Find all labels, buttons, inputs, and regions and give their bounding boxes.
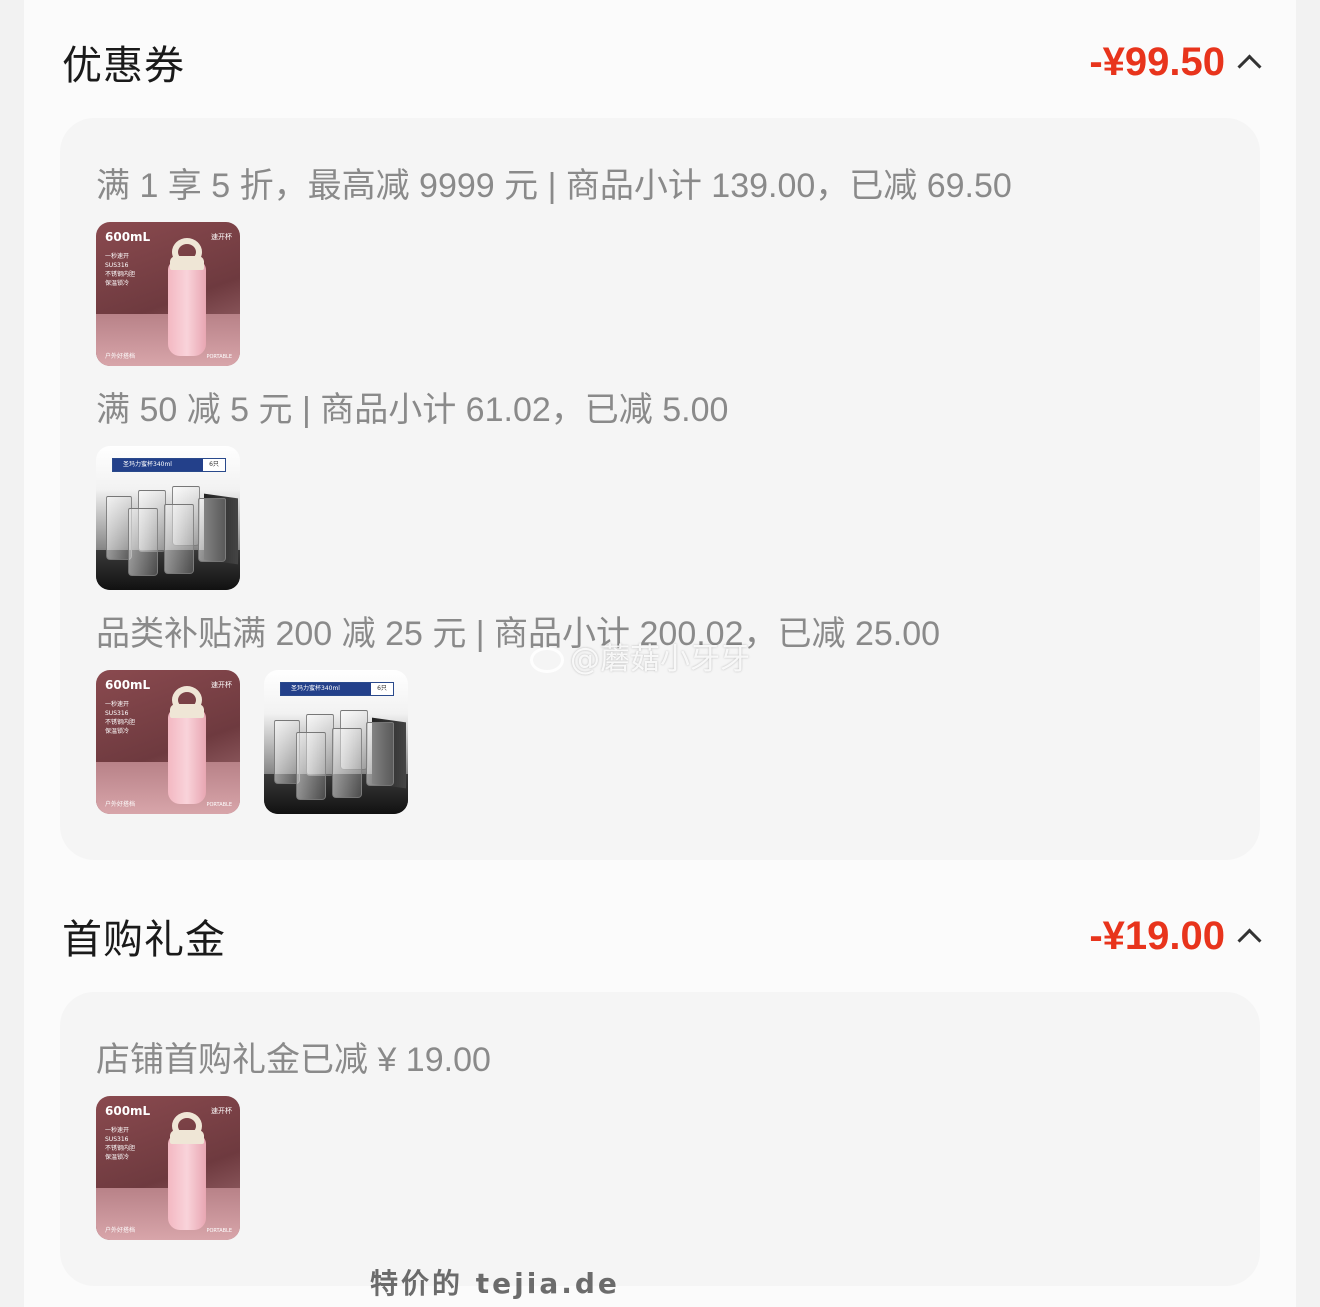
coupon-row-text: 品类补贴满 200 减 25 元 | 商品小计 200.02，已减 25.00 [96,615,941,653]
bottle-body [168,1134,206,1230]
cups-product-thumbnail[interactable]: 圣玛力蜜杯340ml 6只 [264,670,408,814]
cups-banner: 圣玛力蜜杯340ml 6只 [112,458,226,472]
coupon-amount: -¥99.50 [1089,39,1225,84]
coupon-amount-toggle[interactable]: -¥99.50 [1089,39,1262,85]
bottle-footer-left: 户外好搭档 [105,1227,136,1234]
chevron-up-icon[interactable] [1237,927,1262,953]
bottle-footer-right: PORTABLE [206,1228,232,1234]
bottle-brand: 速开杯 [211,1107,232,1115]
cups-product-thumbnail[interactable]: 圣玛力蜜杯340ml 6只 [96,446,240,590]
bottle-footer-left: 户外好搭档 [105,353,136,360]
bottle-lid [170,1130,204,1144]
glass [198,498,226,562]
chevron-up-icon[interactable] [1237,53,1262,79]
bottle-volume: 600mL [105,1104,151,1118]
glass [332,728,362,798]
bottle-footer-right: PORTABLE [206,802,232,808]
first-purchase-amount: -¥19.00 [1089,913,1225,958]
coupon-row-text: 满 50 减 5 元 | 商品小计 61.02，已减 5.00 [96,391,729,429]
first-purchase-row-text: 店铺首购礼金已减 ¥ 19.00 [96,1041,491,1079]
weibo-watermark: @蘑菇小牙牙 [530,634,750,678]
bottle-lid [170,256,204,270]
cups-banner: 圣玛力蜜杯340ml 6只 [280,682,394,696]
coupon-section-header[interactable]: 优惠券 -¥99.50 [62,32,1262,92]
coupon-row-text: 满 1 享 5 折，最高减 9999 元 | 商品小计 139.00，已减 69… [96,167,1012,205]
bottle-features: 一秒速开 SUS316 不锈钢内胆 保温锁冷 [105,701,136,735]
glass [128,508,158,576]
bottle-product-thumbnail[interactable]: 600mL 速开杯 一秒速开 SUS316 不锈钢内胆 保温锁冷 户外好搭档 P… [96,1096,240,1240]
first-purchase-title: 首购礼金 [62,917,226,963]
coupon-title: 优惠券 [62,43,185,89]
first-purchase-card: 店铺首购礼金已减 ¥ 19.00 600mL 速开杯 一秒速开 SUS316 不… [60,992,1260,1286]
glass [164,504,194,574]
bottle-body [168,708,206,804]
bottle-product-thumbnail[interactable]: 600mL 速开杯 一秒速开 SUS316 不锈钢内胆 保温锁冷 户外好搭档 P… [96,670,240,814]
glass [366,722,394,786]
bottle-lid [170,704,204,718]
first-purchase-section-header[interactable]: 首购礼金 -¥19.00 [62,906,1262,966]
bottle-volume: 600mL [105,230,151,244]
bottle-brand: 速开杯 [211,681,232,689]
coupon-card: 满 1 享 5 折，最高减 9999 元 | 商品小计 139.00，已减 69… [60,118,1260,860]
bottle-volume: 600mL [105,678,151,692]
bottle-brand: 速开杯 [211,233,232,241]
bottle-footer-right: PORTABLE [206,354,232,360]
glass [296,732,326,800]
first-purchase-amount-toggle[interactable]: -¥19.00 [1089,913,1262,959]
bottle-features: 一秒速开 SUS316 不锈钢内胆 保温锁冷 [105,1127,136,1161]
bottle-footer-left: 户外好搭档 [105,801,136,808]
bottle-body [168,260,206,356]
site-watermark: 特价的 tejia.de [370,1267,620,1300]
bottle-product-thumbnail[interactable]: 600mL 速开杯 一秒速开 SUS316 不锈钢内胆 保温锁冷 户外好搭档 P… [96,222,240,366]
bottle-features: 一秒速开 SUS316 不锈钢内胆 保温锁冷 [105,253,136,287]
weibo-icon [530,647,564,673]
